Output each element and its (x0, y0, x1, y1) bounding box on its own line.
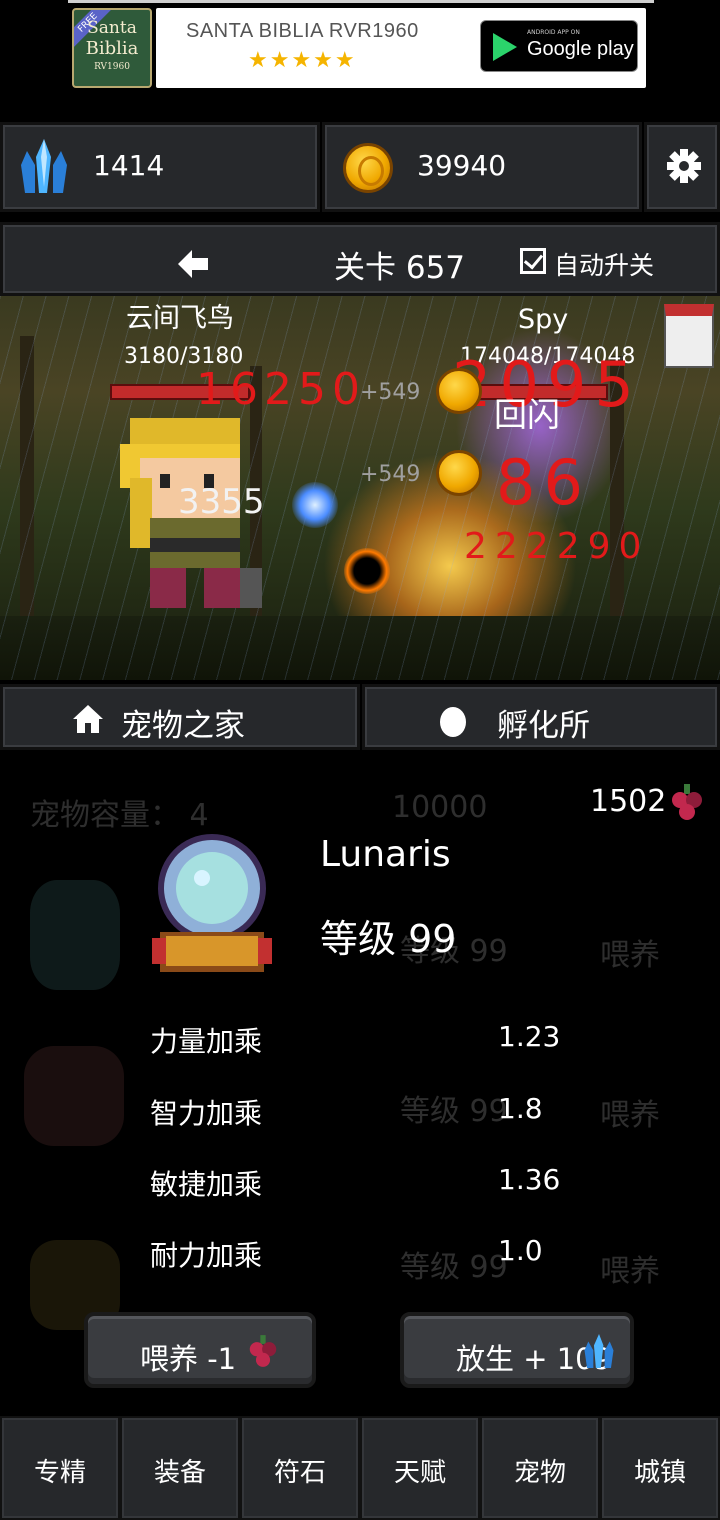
expand-cost-text: 10000 (392, 790, 488, 825)
bottom-nav: 专精 装备 符石 天赋 宠物 城镇 (0, 1416, 720, 1520)
nav-label: 宠物 (513, 1458, 566, 1488)
nav-pets[interactable]: 宠物 (480, 1416, 600, 1520)
ad-icon-text: Santa (87, 18, 137, 38)
home-icon (73, 705, 103, 733)
pet-row-feed: 喂养 (600, 938, 660, 973)
pet-row-level: 等级 99 (400, 1094, 508, 1129)
magic-orb (292, 482, 338, 528)
stat-stamina-value: 1.0 (498, 1234, 543, 1267)
nav-label: 符石 (273, 1458, 326, 1488)
back-arrow-icon[interactable] (178, 250, 210, 278)
ad-card[interactable]: SANTA BIBLIA RVR1960 ★★★★★ ANDROID APP O… (156, 8, 646, 88)
nav-label: 天赋 (393, 1458, 446, 1488)
damage-number: 16250 (196, 364, 366, 415)
enemy-name: Spy (518, 304, 569, 335)
pet-thumbnail (24, 1046, 124, 1146)
ad-rating-stars: ★★★★★ (248, 48, 357, 73)
berry-icon (672, 784, 702, 820)
ad-app-icon[interactable]: FREE Santa Biblia RV1960 (72, 8, 152, 88)
pet-thumbnail (30, 880, 120, 990)
pet-capacity-text: 宠物容量： 4 (30, 798, 209, 833)
nav-talents[interactable]: 天赋 (360, 1416, 480, 1520)
egg-icon (440, 707, 466, 737)
pet-row-level: 等级 99 (400, 1250, 508, 1285)
coin-gain-text: +549 (360, 380, 421, 405)
stat-intelligence-label: 智力加乘 (150, 1097, 263, 1130)
play-store-icon (493, 33, 517, 61)
nav-mastery[interactable]: 专精 (0, 1416, 120, 1520)
ad-title: SANTA BIBLIA RVR1960 (186, 20, 419, 42)
auto-advance-label[interactable]: 自动升关 (554, 246, 654, 282)
stat-intelligence-value: 1.8 (498, 1092, 543, 1125)
pet-level: 等级 99 (320, 917, 457, 961)
coin-icon (343, 143, 393, 193)
player-name: 云间飞鸟 (126, 303, 234, 334)
stage-label: 关卡 657 (334, 250, 466, 286)
berry-icon (249, 1335, 277, 1367)
ad-banner[interactable]: FREE Santa Biblia RV1960 SANTA BIBLIA RV… (0, 0, 720, 115)
tab-label: 宠物之家 (121, 708, 245, 744)
stat-agility-label: 敏捷加乘 (150, 1168, 263, 1201)
tab-label: 孵化所 (497, 708, 590, 744)
crystal-panel: 1414 (0, 122, 320, 212)
nav-label: 装备 (153, 1458, 206, 1488)
feed-button-label: 喂养 -1 (140, 1342, 237, 1376)
ad-divider (68, 0, 654, 3)
pet-name: Lunaris (320, 834, 451, 875)
coin-count: 39940 (417, 149, 507, 182)
crystal-icon (584, 1334, 614, 1368)
coin-gain-text: +549 (360, 462, 421, 487)
pet-sprite (152, 834, 272, 972)
settings-button[interactable] (644, 122, 720, 212)
feed-item-count: 1502 (590, 784, 667, 819)
coin-drop-icon (436, 368, 482, 414)
nav-equipment[interactable]: 装备 (120, 1416, 240, 1520)
store-caption: ANDROID APP ON (527, 29, 580, 36)
stat-strength-value: 1.23 (498, 1020, 561, 1053)
auto-advance-checkbox[interactable] (520, 248, 546, 274)
ad-icon-text: RV1960 (94, 62, 130, 72)
calendar-icon[interactable] (664, 304, 714, 368)
dark-projectile (344, 548, 390, 594)
google-play-button[interactable]: ANDROID APP ON Google play (480, 20, 638, 72)
battle-scene: 云间飞鸟 3180/3180 Spy 174048/174048 16250 2… (0, 296, 720, 680)
store-label: Google play (527, 38, 634, 60)
dodge-text: 回闪 (494, 395, 560, 434)
damage-number: 86 (496, 446, 591, 519)
ad-icon-text: Biblia (85, 38, 139, 59)
gear-icon (667, 149, 701, 183)
stat-stamina-label: 耐力加乘 (150, 1239, 263, 1272)
feed-button[interactable]: 喂养 -1 (84, 1312, 316, 1388)
crystal-count: 1414 (93, 149, 165, 182)
nav-label: 专精 (33, 1458, 86, 1488)
coin-panel: 39940 (322, 122, 642, 212)
pet-row-feed: 喂养 (600, 1098, 660, 1133)
tab-hatchery[interactable]: 孵化所 (362, 684, 720, 750)
coin-drop-icon (436, 450, 482, 496)
hero-damage-number: 3355 (178, 482, 265, 522)
release-button[interactable]: 放生 + 109 (400, 1312, 634, 1388)
nav-label: 城镇 (633, 1458, 686, 1488)
crystal-icon (21, 139, 67, 193)
damage-number: 222290 (464, 526, 650, 567)
stat-agility-value: 1.36 (498, 1163, 561, 1196)
tab-pet-home[interactable]: 宠物之家 (0, 684, 360, 750)
stat-strength-label: 力量加乘 (150, 1025, 263, 1058)
nav-town[interactable]: 城镇 (600, 1416, 720, 1520)
pet-row-feed: 喂养 (600, 1254, 660, 1289)
nav-runes[interactable]: 符石 (240, 1416, 360, 1520)
